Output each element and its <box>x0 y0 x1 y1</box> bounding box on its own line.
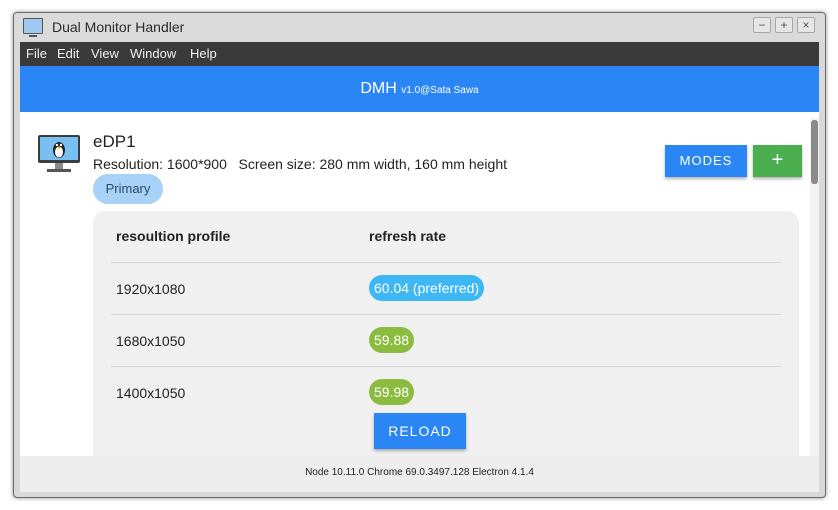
resolution-cell: 1400x1050 <box>116 385 186 401</box>
minimize-button[interactable]: − <box>753 17 771 33</box>
main-content: DMH v1.0@Sata Sawa eDP1 Resolution: 1600… <box>20 66 819 456</box>
table-row[interactable]: 1400x1050 59.98 <box>111 366 781 419</box>
add-button[interactable]: + <box>753 145 802 177</box>
maximize-button[interactable]: + <box>775 17 793 33</box>
reload-button[interactable]: RELOAD <box>374 413 466 449</box>
table-row[interactable]: 1920x1080 60.04 (preferred) <box>111 262 781 315</box>
header-resolution-profile: resoultion profile <box>116 228 231 244</box>
table-row[interactable]: 1680x1050 59.88 <box>111 314 781 367</box>
window-title: Dual Monitor Handler <box>52 19 185 35</box>
menu-view[interactable]: View <box>91 46 119 61</box>
monitor-app-icon <box>23 18 43 37</box>
app-header: DMH v1.0@Sata Sawa <box>20 66 819 112</box>
close-button[interactable]: × <box>797 17 815 33</box>
menu-bar: File Edit View Window Help <box>20 42 819 66</box>
app-window: Dual Monitor Handler − + × File Edit Vie… <box>13 12 826 498</box>
version-info: Node 10.11.0 Chrome 69.0.3497.128 Electr… <box>305 467 534 478</box>
header-refresh-rate: refresh rate <box>369 228 447 244</box>
display-name: eDP1 <box>93 132 136 151</box>
refresh-rate-pill[interactable]: 60.04 (preferred) <box>369 275 485 301</box>
resolution-cell: 1920x1080 <box>116 281 186 297</box>
menu-window[interactable]: Window <box>130 46 176 61</box>
primary-badge[interactable]: Primary <box>93 174 163 204</box>
menu-file[interactable]: File <box>26 46 47 61</box>
title-bar[interactable]: Dual Monitor Handler − + × <box>14 13 825 41</box>
menu-edit[interactable]: Edit <box>57 46 79 61</box>
display-info: Resolution: 1600*900 Screen size: 280 mm… <box>93 156 508 172</box>
modes-button[interactable]: MODES <box>665 145 747 177</box>
scrollbar-thumb[interactable] <box>811 120 818 184</box>
refresh-rate-pill[interactable]: 59.98 <box>369 379 415 405</box>
footer: Node 10.11.0 Chrome 69.0.3497.128 Electr… <box>20 456 819 492</box>
resolution-cell: 1680x1050 <box>116 333 186 349</box>
header-title: DMH v1.0@Sata Sawa <box>20 80 819 98</box>
refresh-rate-pill[interactable]: 59.88 <box>369 327 415 353</box>
app-name: DMH <box>360 80 397 97</box>
app-version: v1.0@Sata Sawa <box>401 85 479 96</box>
monitor-icon <box>38 135 80 172</box>
menu-help[interactable]: Help <box>190 46 217 61</box>
